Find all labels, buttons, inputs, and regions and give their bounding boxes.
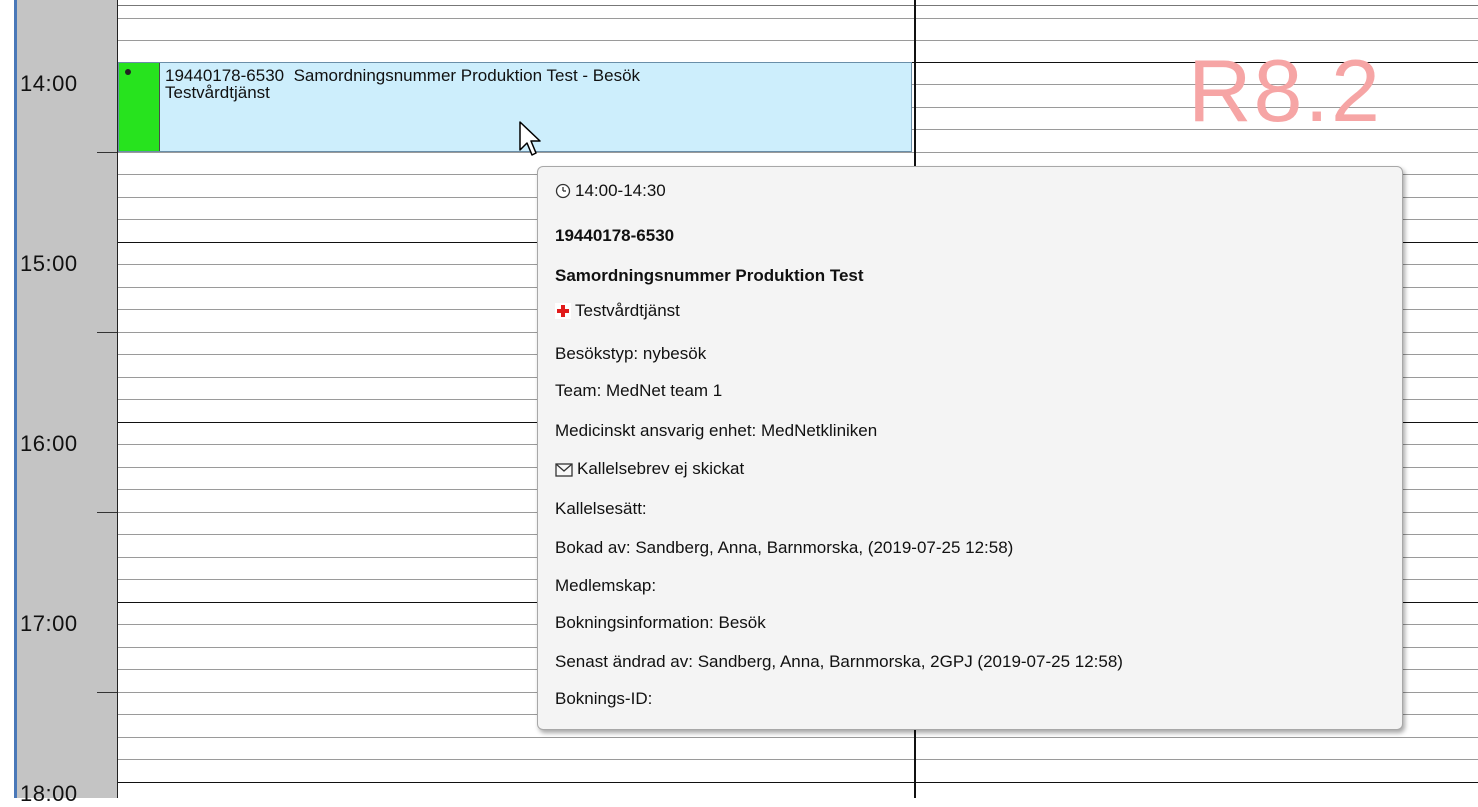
tooltip-care-service: Testvårdtjänst (575, 301, 680, 320)
tooltip-time-row: 14:00-14:30 (555, 181, 666, 204)
half-hour-tick (97, 332, 117, 333)
red-cross-icon (555, 303, 571, 324)
half-hour-tick (97, 692, 117, 693)
event-status-dot (125, 69, 131, 75)
tooltip-team: Team: MedNet team 1 (555, 381, 723, 400)
half-hour-tick (97, 512, 117, 513)
tooltip-booking-id: Boknings-ID: (555, 689, 653, 708)
event-title-line2: Testvårdtjänst (165, 83, 270, 102)
clock-icon (555, 183, 571, 204)
envelope-icon (555, 462, 573, 482)
grid-line (118, 152, 1478, 153)
hour-label-15: 15:00 (20, 251, 78, 276)
hour-label-16: 16:00 (20, 431, 78, 456)
hour-label-17: 17:00 (20, 611, 78, 636)
tooltip-last-changed: Senast ändrad av: Sandberg, Anna, Barnmo… (555, 652, 1123, 671)
half-hour-tick (97, 152, 117, 153)
tooltip-booking-info: Bokningsinformation: Besök (555, 613, 766, 632)
grid-line (118, 737, 1478, 738)
tooltip-personal-number: 19440178-6530 (555, 226, 675, 245)
grid-line (118, 759, 1478, 760)
tooltip-membership: Medlemskap: (555, 576, 657, 595)
time-column (17, 0, 117, 798)
appointment-event[interactable]: 19440178-6530 Samordningsnummer Produkti… (118, 62, 912, 152)
left-edge (0, 0, 14, 798)
mouse-pointer-icon (518, 120, 544, 165)
tooltip-patient-name: Samordningsnummer Produktion Test (555, 266, 864, 285)
appointment-tooltip: 14:00-14:30 19440178-6530 Samordningsnum… (537, 166, 1403, 730)
hour-label-18: 18:00 (20, 781, 78, 806)
grid-line-hour (118, 782, 1478, 783)
tooltip-responsible-unit: Medicinskt ansvarig enhet: MedNetklinike… (555, 421, 878, 440)
tooltip-summons-method: Kallelsesätt: (555, 499, 647, 518)
tooltip-letter-row: Kallelsebrev ej skickat (555, 459, 744, 482)
grid-line (118, 18, 1478, 19)
version-watermark: R8.2 (1188, 41, 1382, 140)
event-status-bar (119, 63, 160, 151)
tooltip-letter-status: Kallelsebrev ej skickat (577, 459, 745, 478)
event-title: 19440178-6530 Samordningsnummer Produkti… (165, 67, 640, 101)
tooltip-care-row: Testvårdtjänst (555, 301, 680, 324)
tooltip-time: 14:00-14:30 (575, 181, 666, 200)
hour-label-14: 14:00 (20, 71, 78, 96)
tooltip-visit-type: Besökstyp: nybesök (555, 344, 707, 363)
event-title-line1: 19440178-6530 Samordningsnummer Produkti… (165, 66, 641, 85)
tooltip-booked-by: Bokad av: Sandberg, Anna, Barnmorska, (2… (555, 538, 1014, 557)
